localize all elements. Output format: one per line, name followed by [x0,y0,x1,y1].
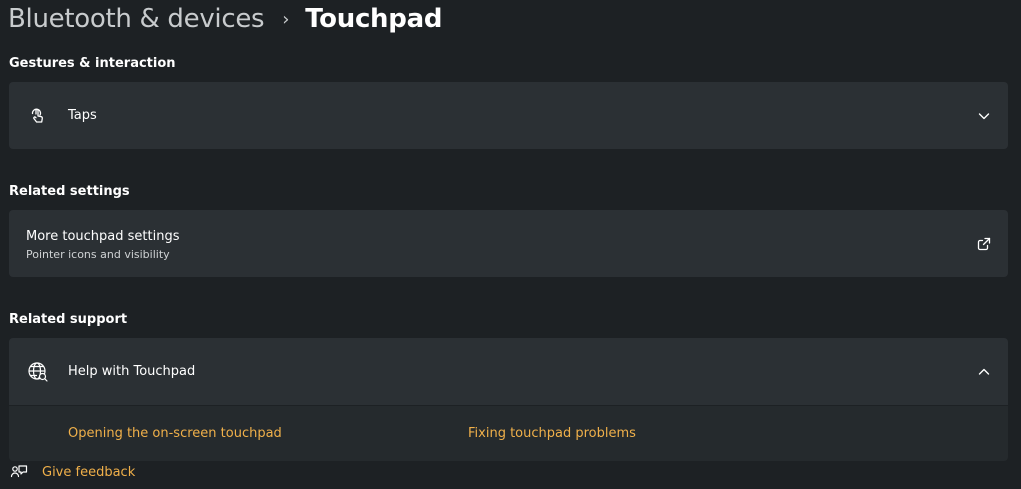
help-link-onscreen-touchpad[interactable]: Opening the on-screen touchpad [68,426,282,441]
help-links-panel: Opening the on-screen touchpad Fixing to… [9,406,1008,461]
breadcrumb: Bluetooth & devices › Touchpad [8,0,442,38]
taps-label: Taps [68,108,97,123]
globe-search-icon [27,361,49,383]
chevron-down-icon[interactable] [976,108,992,124]
breadcrumb-parent-link[interactable]: Bluetooth & devices [8,4,265,34]
open-external-icon [976,236,992,252]
page-title: Touchpad [305,4,443,34]
section-title-related-settings: Related settings [9,184,130,199]
section-title-gestures: Gestures & interaction [9,56,176,71]
chevron-up-icon[interactable] [976,364,992,380]
feedback-icon [10,464,28,482]
section-title-related-support: Related support [9,312,128,327]
help-with-touchpad-card[interactable]: Help with Touchpad [9,338,1008,405]
breadcrumb-separator: › [282,8,290,30]
more-touchpad-settings-sublabel: Pointer icons and visibility [26,248,170,261]
touch-tap-icon [27,105,49,127]
taps-card[interactable]: Taps [9,82,1008,149]
more-touchpad-settings-label: More touchpad settings [26,229,180,244]
give-feedback-link[interactable]: Give feedback [42,465,135,480]
help-link-fixing-touchpad[interactable]: Fixing touchpad problems [468,426,636,441]
help-with-touchpad-label: Help with Touchpad [68,364,196,379]
more-touchpad-settings-card[interactable]: More touchpad settings Pointer icons and… [9,210,1008,277]
